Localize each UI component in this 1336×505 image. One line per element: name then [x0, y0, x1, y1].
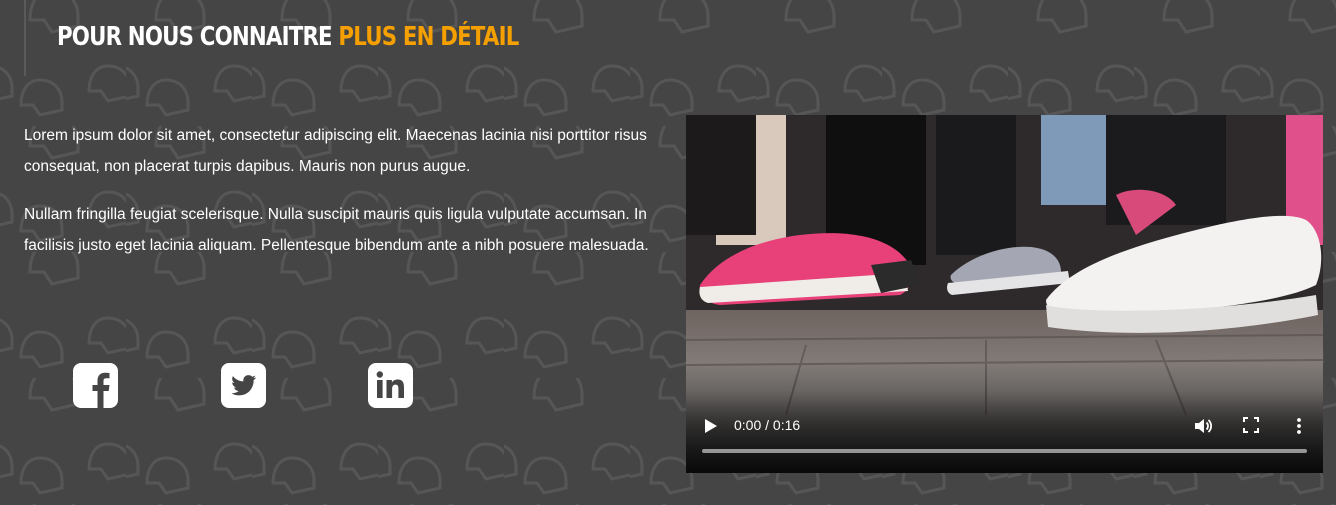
- play-icon[interactable]: [704, 418, 718, 434]
- fullscreen-icon[interactable]: [1243, 417, 1259, 433]
- title-accent: PLUS EN DÉTAIL: [338, 22, 519, 52]
- video-time-display: 0:00 / 0:16: [734, 417, 801, 433]
- section-title: POUR NOUS CONNAITRE PLUS EN DÉTAIL: [57, 22, 519, 52]
- paragraph-2: Nullam fringilla feugiat scelerisque. Nu…: [24, 206, 649, 254]
- linkedin-icon: [368, 363, 413, 408]
- description-text: Lorem ipsum dolor sit amet, consectetur …: [24, 120, 664, 278]
- twitter-link[interactable]: [221, 363, 266, 408]
- paragraph-1: Lorem ipsum dolor sit amet, consectetur …: [24, 127, 647, 175]
- volume-icon[interactable]: [1193, 416, 1213, 436]
- more-options-icon[interactable]: [1294, 416, 1304, 436]
- title-main: POUR NOUS CONNAITRE: [57, 22, 333, 52]
- video-progress-bar[interactable]: [702, 449, 1307, 453]
- video-player[interactable]: 0:00 / 0:16: [686, 115, 1323, 473]
- twitter-icon: [221, 363, 266, 408]
- heading-divider: [24, 0, 26, 76]
- facebook-icon: [73, 363, 118, 408]
- facebook-link[interactable]: [73, 363, 118, 408]
- linkedin-link[interactable]: [368, 363, 413, 408]
